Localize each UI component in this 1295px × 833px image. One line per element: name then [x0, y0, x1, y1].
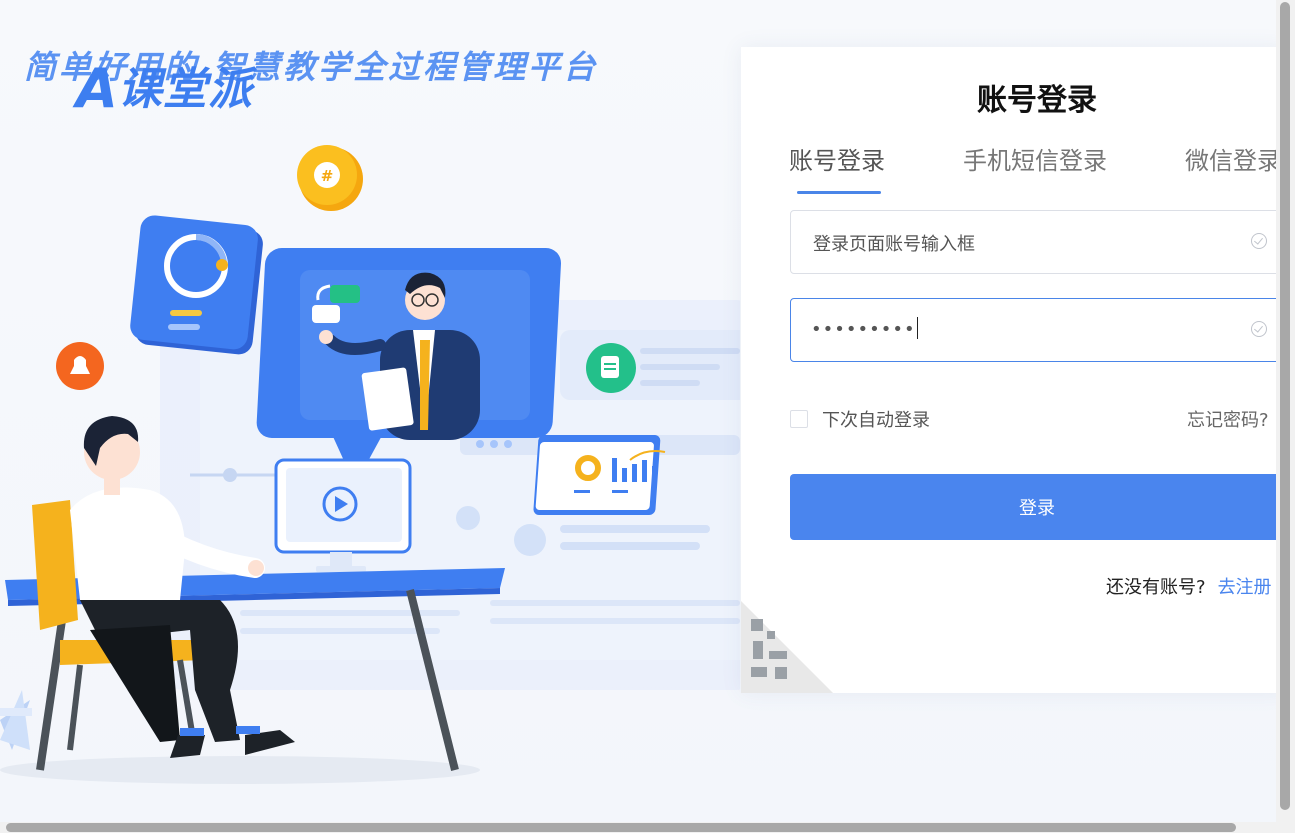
login-title: 账号登录: [977, 83, 1097, 118]
account-input[interactable]: [811, 211, 1245, 275]
check-circle-icon: [1251, 233, 1267, 249]
login-card: 账号登录 账号登录 手机短信登录 微信登录 ••••••••• 下次自动登录 忘…: [741, 47, 1276, 693]
login-button[interactable]: 登录: [790, 474, 1276, 540]
remember-checkbox[interactable]: [790, 410, 808, 428]
active-tab-indicator: [797, 191, 881, 194]
password-input[interactable]: •••••••••: [811, 317, 919, 340]
vertical-scroll-thumb[interactable]: [1280, 2, 1290, 810]
horizontal-scroll-thumb[interactable]: [6, 823, 1236, 832]
text-caret: [916, 317, 919, 339]
horizontal-scrollbar[interactable]: [0, 822, 1295, 833]
tab-wechat-login[interactable]: 微信登录: [1185, 141, 1276, 176]
check-circle-icon: [1251, 321, 1267, 337]
tab-account-login[interactable]: 账号登录: [789, 141, 885, 176]
password-field[interactable]: •••••••••: [790, 298, 1276, 362]
svg-text:#: #: [321, 167, 334, 185]
login-tabs: 账号登录 手机短信登录 微信登录: [789, 141, 1276, 191]
register-prompt: 还没有账号?: [1106, 577, 1206, 598]
tab-sms-login[interactable]: 手机短信登录: [963, 141, 1107, 176]
forgot-password-link[interactable]: 忘记密码?: [1187, 406, 1269, 432]
remember-label: 下次自动登录: [822, 410, 930, 431]
account-field[interactable]: [790, 210, 1276, 275]
logo-mark: A: [76, 57, 118, 120]
register-link[interactable]: 去注册: [1218, 577, 1272, 598]
logo-text: 课堂派: [117, 64, 253, 115]
password-dots: •••••••••: [811, 319, 916, 340]
login-page: 简单好用的 智慧教学全过程管理平台 A 课堂派 # 账号登录 账号登录 手机短信…: [0, 0, 1276, 822]
remember-me[interactable]: 下次自动登录: [790, 406, 930, 432]
hero-illustration: #: [0, 145, 740, 784]
vertical-scrollbar[interactable]: [1276, 0, 1295, 822]
qr-corner-icon[interactable]: [741, 601, 833, 693]
register-row: 还没有账号? 去注册: [1106, 573, 1272, 599]
brand-logo: A 课堂派: [76, 57, 253, 120]
